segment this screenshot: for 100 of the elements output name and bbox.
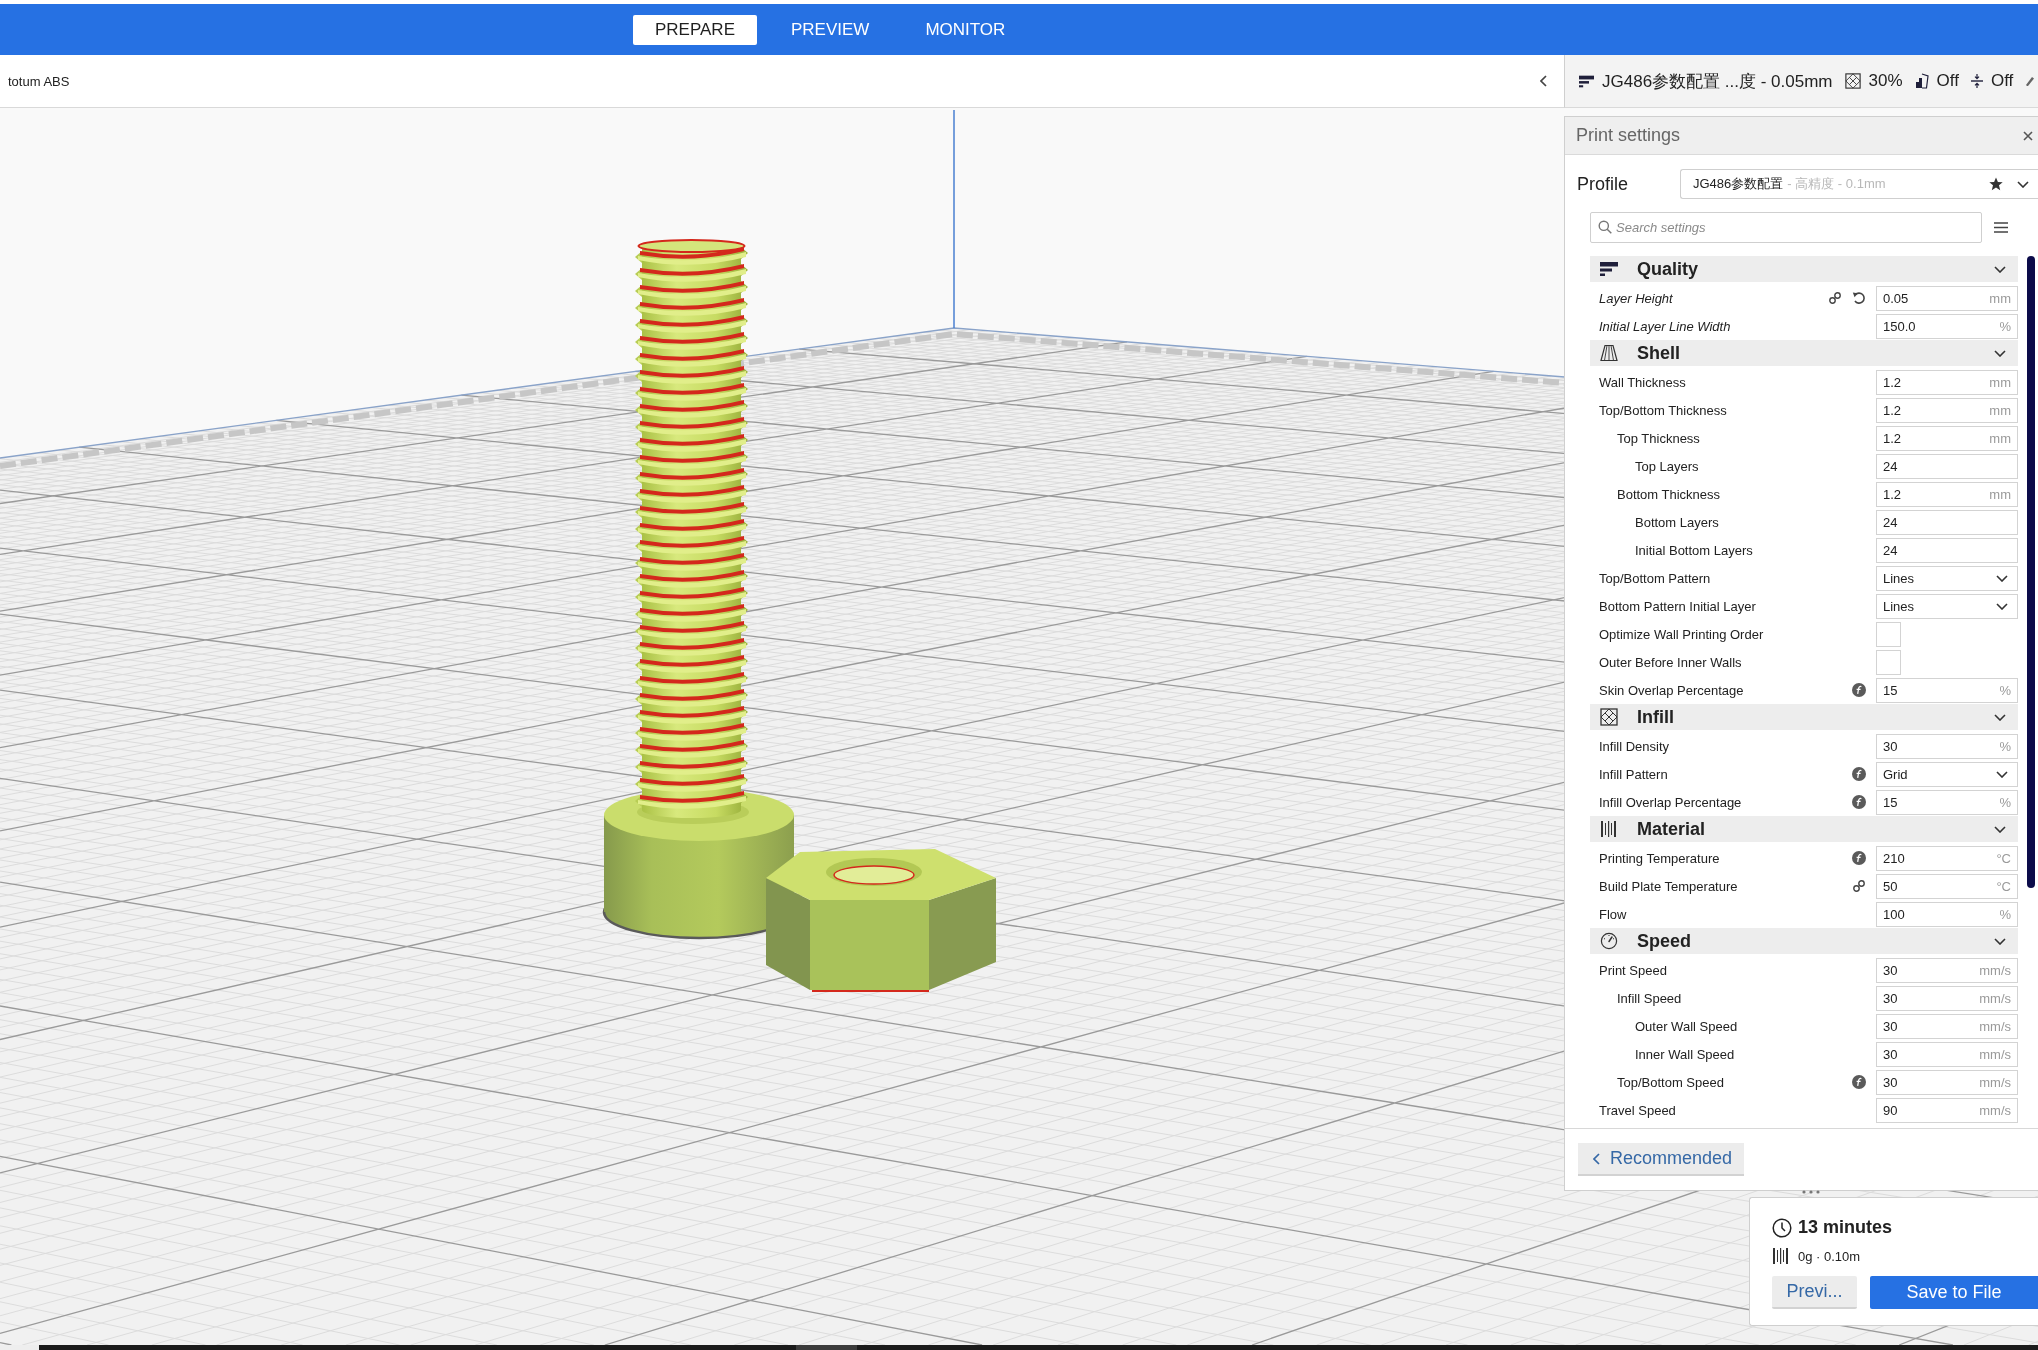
material-label: totum ABS xyxy=(8,73,70,89)
print-time: 13 minutes xyxy=(1798,1217,1893,1238)
number-field[interactable]: 30 mm/s xyxy=(1876,1013,2018,1039)
number-field[interactable]: 15 % xyxy=(1876,677,2018,703)
setting-label: Bottom Pattern Initial Layer xyxy=(1598,598,1757,614)
chevron-down-icon xyxy=(2017,180,2029,188)
number-field[interactable]: 15 % xyxy=(1876,789,2018,815)
gauge-icon xyxy=(1600,932,1618,950)
function-icon[interactable] xyxy=(1852,683,1866,697)
scrollbar-thumb[interactable] xyxy=(2027,256,2035,888)
number-field[interactable]: 30 mm/s xyxy=(1876,985,2018,1011)
number-field[interactable]: 24 xyxy=(1876,509,2018,535)
link-icon[interactable] xyxy=(1852,879,1866,893)
chevron-down-icon xyxy=(1994,825,2006,833)
crosshatch-square-icon xyxy=(1844,73,1861,89)
setting-label: Build Plate Temperature xyxy=(1598,878,1739,894)
category-header[interactable]: Infill xyxy=(1590,704,2018,730)
stage-tab[interactable]: MONITOR xyxy=(903,14,1028,45)
chevron-down-icon xyxy=(1994,713,2006,721)
trapezoid-icon xyxy=(1600,344,1618,362)
setting-label: Infill Speed xyxy=(1616,990,1683,1006)
link-icon[interactable] xyxy=(1828,291,1842,305)
setting-label: Inner Wall Speed xyxy=(1634,1046,1736,1062)
function-icon[interactable] xyxy=(1852,795,1866,809)
save-button[interactable]: Save to File xyxy=(1870,1276,2038,1309)
number-field[interactable]: 150.0 % xyxy=(1876,313,2018,339)
profile-dropdown[interactable]: JG486参数配置 - 高精度 - 0.1mm xyxy=(1680,169,2038,199)
number-field[interactable]: 1.2 mm xyxy=(1876,397,2018,423)
setting-label: Infill Density xyxy=(1598,738,1671,754)
function-icon[interactable] xyxy=(1852,767,1866,781)
setting-label: Initial Layer Line Width xyxy=(1598,318,1732,334)
number-field[interactable]: 100 % xyxy=(1876,901,2018,927)
close-button[interactable] xyxy=(2023,130,2033,141)
setting-label: Layer Height xyxy=(1598,290,1674,306)
category-header[interactable]: Shell xyxy=(1590,340,2018,366)
stage-tab[interactable]: PREPARE xyxy=(633,14,757,45)
number-field[interactable]: 1.2 mm xyxy=(1876,425,2018,451)
number-field[interactable]: 30 mm/s xyxy=(1876,1041,2018,1067)
star-icon[interactable] xyxy=(1989,177,2003,191)
number-field[interactable]: 50 °C xyxy=(1876,873,2018,899)
category-header[interactable]: Material xyxy=(1590,816,2018,842)
number-field[interactable]: 210 °C xyxy=(1876,845,2018,871)
reset-icon[interactable] xyxy=(1852,291,1866,305)
dropdown[interactable]: Lines xyxy=(1876,593,2018,619)
setting-label: Flow xyxy=(1598,906,1628,922)
menu-button[interactable] xyxy=(1994,222,2008,233)
menu-icon xyxy=(1994,222,2008,233)
number-field[interactable]: 24 xyxy=(1876,453,2018,479)
stair-shape-icon xyxy=(1914,73,1929,89)
vertical-bars-icon xyxy=(1772,1247,1790,1265)
chevron-down-icon xyxy=(1996,602,2008,610)
setting-label: Top/Bottom Speed xyxy=(1616,1074,1725,1090)
stage-tab[interactable]: PREVIEW xyxy=(769,14,892,45)
number-field[interactable]: 1.2 mm xyxy=(1876,369,2018,395)
number-field[interactable]: 24 xyxy=(1876,537,2018,563)
number-field[interactable]: 30 mm/s xyxy=(1876,957,2018,983)
close-icon xyxy=(2023,130,2033,141)
clock-icon xyxy=(1772,1217,1792,1238)
chevron-down-icon xyxy=(1996,770,2008,778)
dropdown[interactable]: Grid xyxy=(1876,761,2018,787)
setting-label: Bottom Thickness xyxy=(1616,486,1722,502)
setting-label: Top/Bottom Thickness xyxy=(1598,402,1728,418)
function-icon[interactable] xyxy=(1852,851,1866,865)
setting-label: Printing Temperature xyxy=(1598,850,1721,866)
checkbox[interactable] xyxy=(1876,649,1901,675)
crosshatch-square-icon xyxy=(1600,708,1618,726)
chevron-down-icon xyxy=(1994,937,2006,945)
category-header[interactable]: Speed xyxy=(1590,928,2018,954)
pencil-icon xyxy=(2025,75,2036,87)
category-header[interactable]: Quality xyxy=(1590,256,2018,282)
setting-label: Outer Wall Speed xyxy=(1634,1018,1739,1034)
function-icon[interactable] xyxy=(1852,1075,1866,1089)
setting-label: Print Speed xyxy=(1598,962,1668,978)
setting-label: Optimize Wall Printing Order xyxy=(1598,626,1765,642)
dropdown[interactable]: Lines xyxy=(1876,565,2018,591)
recommended-button[interactable]: Recommended xyxy=(1578,1143,1745,1176)
setting-label: Top/Bottom Pattern xyxy=(1598,570,1712,586)
setting-label: Wall Thickness xyxy=(1598,374,1687,390)
setting-label: Initial Bottom Layers xyxy=(1634,542,1754,558)
stacked-bars-icon xyxy=(1579,74,1594,88)
setting-label: Skin Overlap Percentage xyxy=(1598,682,1745,698)
print-setup-summary[interactable]: JG486参数配置 ...度 - 0.05mm 30% Off Off xyxy=(1564,55,2038,108)
number-field[interactable]: 1.2 mm xyxy=(1876,481,2018,507)
setting-label: Top Layers xyxy=(1634,458,1700,474)
drag-handle-icon[interactable] xyxy=(1801,1189,1821,1195)
setting-label: Outer Before Inner Walls xyxy=(1598,654,1743,670)
search-icon xyxy=(1598,220,1612,234)
number-field[interactable]: 30 mm/s xyxy=(1876,1069,2018,1095)
stacked-bars-icon xyxy=(1600,262,1618,276)
chevron-down-icon xyxy=(1996,574,2008,582)
checkbox[interactable] xyxy=(1876,621,1901,647)
number-field[interactable]: 30 % xyxy=(1876,733,2018,759)
number-field[interactable]: 0.05 mm xyxy=(1876,285,2018,311)
setting-label: Top Thickness xyxy=(1616,430,1701,446)
vertical-bars-icon xyxy=(1600,820,1618,838)
preview-button[interactable]: Previ... xyxy=(1772,1276,1857,1309)
profile-label: Profile xyxy=(1577,173,1630,195)
search-field[interactable]: Search settings xyxy=(1590,212,1982,243)
number-field[interactable]: 90 mm/s xyxy=(1876,1097,2018,1123)
chevron-down-icon xyxy=(1994,265,2006,273)
